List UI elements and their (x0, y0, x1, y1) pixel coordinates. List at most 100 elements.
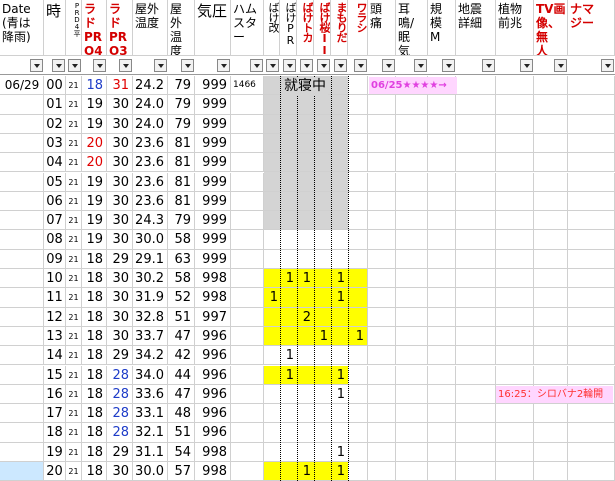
cell-plant[interactable] (496, 288, 534, 308)
cell-warashi[interactable] (348, 384, 368, 405)
cell-out_temp[interactable]: 24.2 (133, 76, 168, 96)
cell-mamoridai[interactable] (331, 173, 348, 192)
cell-namazu[interactable] (568, 269, 615, 289)
cell-scale[interactable] (428, 191, 456, 212)
cell-pressure[interactable]: 996 (195, 404, 231, 424)
cell-tv[interactable] (534, 95, 568, 115)
cell-out_hum[interactable]: 58 (168, 269, 195, 289)
cell-prd[interactable]: 21 (66, 114, 82, 134)
cell-plant[interactable] (496, 442, 534, 462)
cell-bake_sakura[interactable] (314, 192, 331, 212)
cell-plant[interactable] (496, 114, 534, 134)
cell-prd3[interactable]: 30 (107, 326, 133, 347)
cell-scale[interactable] (428, 346, 456, 366)
cell-out_hum[interactable]: 81 (168, 172, 195, 192)
cell-quake[interactable] (456, 269, 496, 289)
cell-plant[interactable] (496, 172, 534, 192)
cell-quake[interactable] (456, 230, 496, 250)
cell-date[interactable] (0, 230, 44, 250)
cell-ear[interactable] (396, 423, 428, 443)
cell-pressure[interactable]: 999 (195, 95, 231, 115)
cell-bake_kai[interactable] (264, 385, 280, 405)
cell-namazu[interactable] (568, 365, 615, 385)
cell-ear[interactable] (396, 346, 428, 366)
cell-bake_kai[interactable] (264, 192, 280, 212)
cell-prd3[interactable]: 30 (107, 462, 133, 481)
cell-bake_toka[interactable] (297, 230, 314, 250)
cell-prd4[interactable]: 20 (82, 153, 107, 173)
cell-bake_kai[interactable] (264, 230, 280, 250)
cell-mamoridai[interactable] (331, 95, 348, 115)
cell-prd4[interactable]: 19 (82, 95, 107, 115)
cell-out_hum[interactable]: 51 (168, 423, 195, 443)
cell-warashi[interactable] (348, 269, 368, 289)
cell-plant[interactable] (496, 404, 534, 424)
cell-pressure[interactable]: 996 (195, 423, 231, 443)
cell-headache[interactable] (368, 288, 396, 308)
cell-hamster[interactable] (231, 114, 264, 134)
cell-out_temp[interactable]: 34.2 (133, 346, 168, 366)
cell-mamoridai[interactable] (331, 423, 348, 443)
cell-mamoridai[interactable] (331, 192, 348, 212)
cell-bake_sakura[interactable] (314, 153, 331, 173)
cell-hour[interactable]: 09 (44, 249, 66, 269)
cell-out_hum[interactable]: 81 (168, 153, 195, 173)
cell-prd[interactable]: 21 (66, 384, 82, 405)
cell-namazu[interactable] (568, 114, 615, 134)
cell-bake_toka[interactable] (297, 173, 314, 192)
cell-scale[interactable] (428, 114, 456, 134)
cell-out_hum[interactable]: 79 (168, 211, 195, 231)
cell-prd4[interactable]: 18 (82, 269, 107, 289)
cell-namazu[interactable] (568, 404, 615, 424)
cell-out_hum[interactable]: 47 (168, 384, 195, 405)
cell-scale[interactable] (428, 172, 456, 192)
filter-dropdown-hamster[interactable] (250, 59, 263, 72)
cell-out_temp[interactable]: 29.1 (133, 249, 168, 269)
cell-warashi[interactable] (348, 230, 368, 250)
cell-prd[interactable]: 21 (66, 288, 82, 308)
cell-prd[interactable]: 21 (66, 423, 82, 443)
cell-bake_kai[interactable] (264, 366, 280, 385)
cell-ear[interactable] (396, 114, 428, 134)
cell-quake[interactable] (456, 365, 496, 385)
cell-out_temp[interactable]: 34.0 (133, 365, 168, 385)
cell-quake[interactable] (456, 326, 496, 347)
cell-prd4[interactable]: 18 (82, 249, 107, 269)
cell-prd[interactable]: 21 (66, 230, 82, 250)
cell-namazu[interactable] (568, 153, 615, 173)
cell-quake[interactable] (456, 191, 496, 212)
cell-date[interactable] (0, 269, 44, 289)
cell-bake_pr[interactable] (280, 153, 297, 173)
cell-hamster[interactable] (231, 384, 264, 405)
cell-prd3[interactable]: 29 (107, 346, 133, 366)
cell-plant[interactable] (496, 269, 534, 289)
cell-namazu[interactable] (568, 307, 615, 327)
cell-scale[interactable] (428, 423, 456, 443)
cell-bake_pr[interactable] (280, 95, 297, 115)
cell-headache[interactable] (368, 172, 396, 192)
cell-bake_sakura[interactable] (314, 269, 331, 289)
cell-scale[interactable] (428, 133, 456, 154)
cell-out_temp[interactable]: 31.9 (133, 288, 168, 308)
cell-quake[interactable] (456, 153, 496, 173)
cell-mamoridai[interactable] (331, 250, 348, 269)
cell-bake_sakura[interactable] (314, 462, 331, 481)
cell-hour[interactable]: 10 (44, 269, 66, 289)
cell-tv[interactable] (534, 442, 568, 462)
cell-namazu[interactable] (568, 288, 615, 308)
cell-hour[interactable]: 19 (44, 442, 66, 462)
cell-quake[interactable] (456, 346, 496, 366)
cell-date[interactable] (0, 346, 44, 366)
cell-bake_pr[interactable] (280, 423, 297, 443)
cell-date[interactable] (0, 172, 44, 192)
cell-plant[interactable] (496, 211, 534, 231)
cell-quake[interactable] (456, 404, 496, 424)
cell-bake_sakura[interactable] (314, 443, 331, 462)
cell-out_temp[interactable]: 23.6 (133, 172, 168, 192)
cell-out_temp[interactable]: 33.1 (133, 404, 168, 424)
cell-tv[interactable] (534, 133, 568, 154)
cell-bake_kai[interactable] (264, 346, 280, 366)
cell-namazu[interactable] (568, 172, 615, 192)
cell-date[interactable] (0, 404, 44, 424)
cell-prd3[interactable]: 28 (107, 423, 133, 443)
